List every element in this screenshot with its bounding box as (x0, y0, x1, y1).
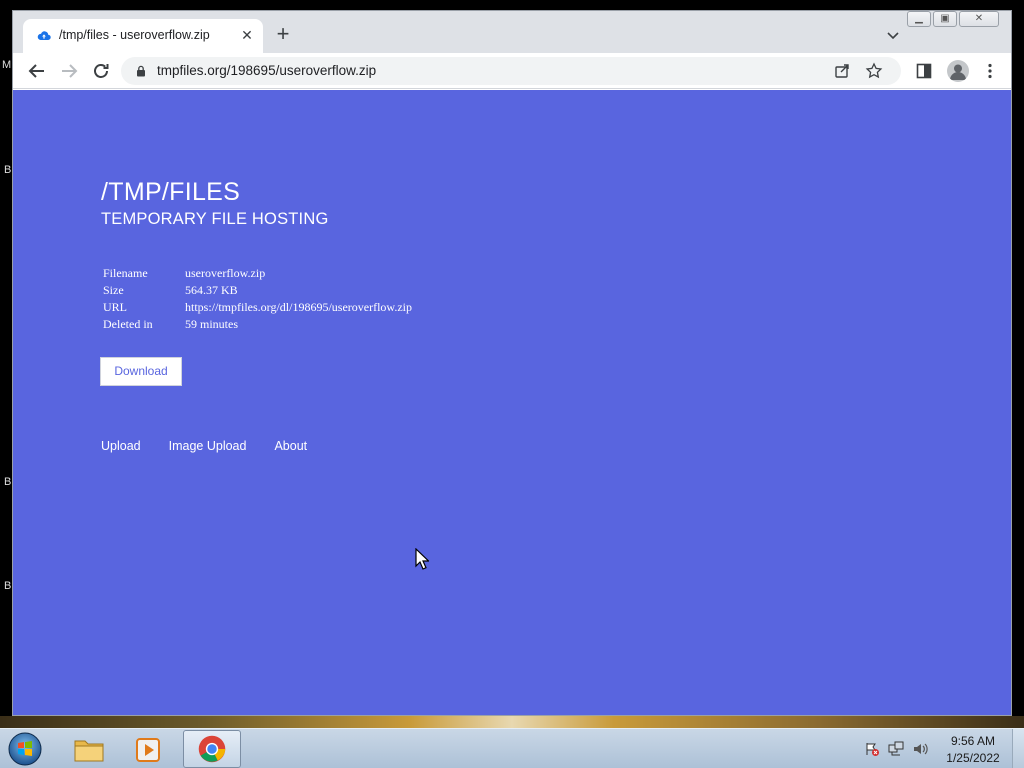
file-info-row: URL https://tmpfiles.org/dl/198695/userov… (101, 299, 414, 316)
show-desktop-button[interactable] (1012, 729, 1024, 768)
tab-title: /tmp/files - useroverflow.zip (59, 28, 210, 42)
file-info-value: useroverflow.zip (185, 266, 266, 280)
close-icon[interactable]: ✕ (239, 27, 255, 43)
site-subtitle: TEMPORARY FILE HOSTING (101, 210, 329, 228)
desktop-background (0, 0, 1024, 10)
file-info-row: Deleted in 59 minutes (101, 316, 414, 333)
minimize-button[interactable]: ▁ (907, 11, 931, 27)
share-icon[interactable] (833, 62, 851, 80)
tab-strip: /tmp/files - useroverflow.zip ✕ + ▁ ▣ ✕ (13, 11, 1011, 53)
plus-icon[interactable]: + (273, 23, 293, 45)
page-content: /TMP/FILES TEMPORARY FILE HOSTING Filena… (13, 90, 1011, 715)
clock-date: 1/25/2022 (946, 751, 1000, 765)
start-button[interactable] (4, 730, 46, 768)
taskbar: 9:56 AM 1/25/2022 (0, 728, 1024, 768)
folder-icon[interactable] (60, 730, 118, 768)
file-info-value: 564.37 KB (185, 283, 238, 297)
desktop-icon-label-fragment[interactable]: B (4, 164, 11, 176)
star-icon[interactable] (865, 62, 883, 80)
file-info-value: https://tmpfiles.org/dl/198695/useroverf… (185, 300, 412, 314)
nav-link-upload[interactable]: Upload (101, 439, 141, 453)
file-info-label: URL (103, 300, 127, 314)
desktop-icon-label-fragment[interactable]: M (2, 59, 11, 71)
desktop-background-right (1012, 0, 1024, 728)
cloud-upload-icon (37, 31, 51, 40)
chrome-taskbar-button[interactable] (183, 730, 241, 768)
file-info-table: Filename useroverflow.zip Size 564.37 KB URL… (101, 265, 414, 333)
chrome-icon (198, 735, 226, 763)
address-bar[interactable]: tmpfiles.org/198695/useroverflow.zip (121, 57, 901, 85)
url-text: tmpfiles.org/198695/useroverflow.zip (157, 63, 377, 78)
reload-icon[interactable] (89, 59, 113, 83)
download-button[interactable]: Download (100, 357, 182, 386)
side-panel-icon[interactable] (915, 62, 933, 80)
mouse-cursor (415, 548, 429, 570)
kebab-menu-icon[interactable] (981, 62, 999, 80)
file-info-row: Size 564.37 KB (101, 282, 414, 299)
arrow-left-icon[interactable] (25, 59, 49, 83)
desktop-wallpaper-strip (0, 716, 1024, 728)
media-player-icon[interactable] (120, 730, 178, 768)
action-center-flag-icon[interactable] (864, 741, 880, 757)
desktop-icon-label-fragment[interactable]: B (4, 476, 11, 488)
window-controls: ▁ ▣ ✕ (907, 11, 999, 29)
volume-icon[interactable] (912, 741, 928, 757)
desktop-icon-label-fragment[interactable]: B (4, 580, 11, 592)
file-info-label: Deleted in (103, 317, 153, 331)
site-title[interactable]: /TMP/FILES (101, 178, 240, 207)
footer-nav: Upload Image Upload About (101, 439, 307, 453)
file-info-row: Filename useroverflow.zip (101, 265, 414, 282)
profile-icon[interactable] (947, 60, 969, 82)
restore-button[interactable]: ▣ (933, 11, 957, 27)
file-info-label: Size (103, 283, 124, 297)
browser-window: /tmp/files - useroverflow.zip ✕ + ▁ ▣ ✕ (12, 10, 1012, 716)
network-icon[interactable] (888, 741, 904, 757)
nav-link-image-upload[interactable]: Image Upload (169, 439, 247, 453)
system-clock[interactable]: 9:56 AM 1/25/2022 (940, 733, 1006, 767)
browser-toolbar: tmpfiles.org/198695/useroverflow.zip (13, 53, 1011, 89)
nav-link-about[interactable]: About (274, 439, 307, 453)
window-close-button[interactable]: ✕ (959, 11, 999, 27)
browser-tab[interactable]: /tmp/files - useroverflow.zip ✕ (23, 19, 263, 53)
file-info-label: Filename (103, 266, 148, 280)
chevron-down-icon[interactable] (885, 27, 901, 43)
system-tray (864, 741, 928, 757)
lock-icon[interactable] (135, 65, 147, 77)
clock-time: 9:56 AM (950, 734, 996, 748)
arrow-right-icon[interactable] (57, 59, 81, 83)
file-info-value: 59 minutes (185, 317, 238, 331)
desktop-background-left (0, 0, 12, 728)
